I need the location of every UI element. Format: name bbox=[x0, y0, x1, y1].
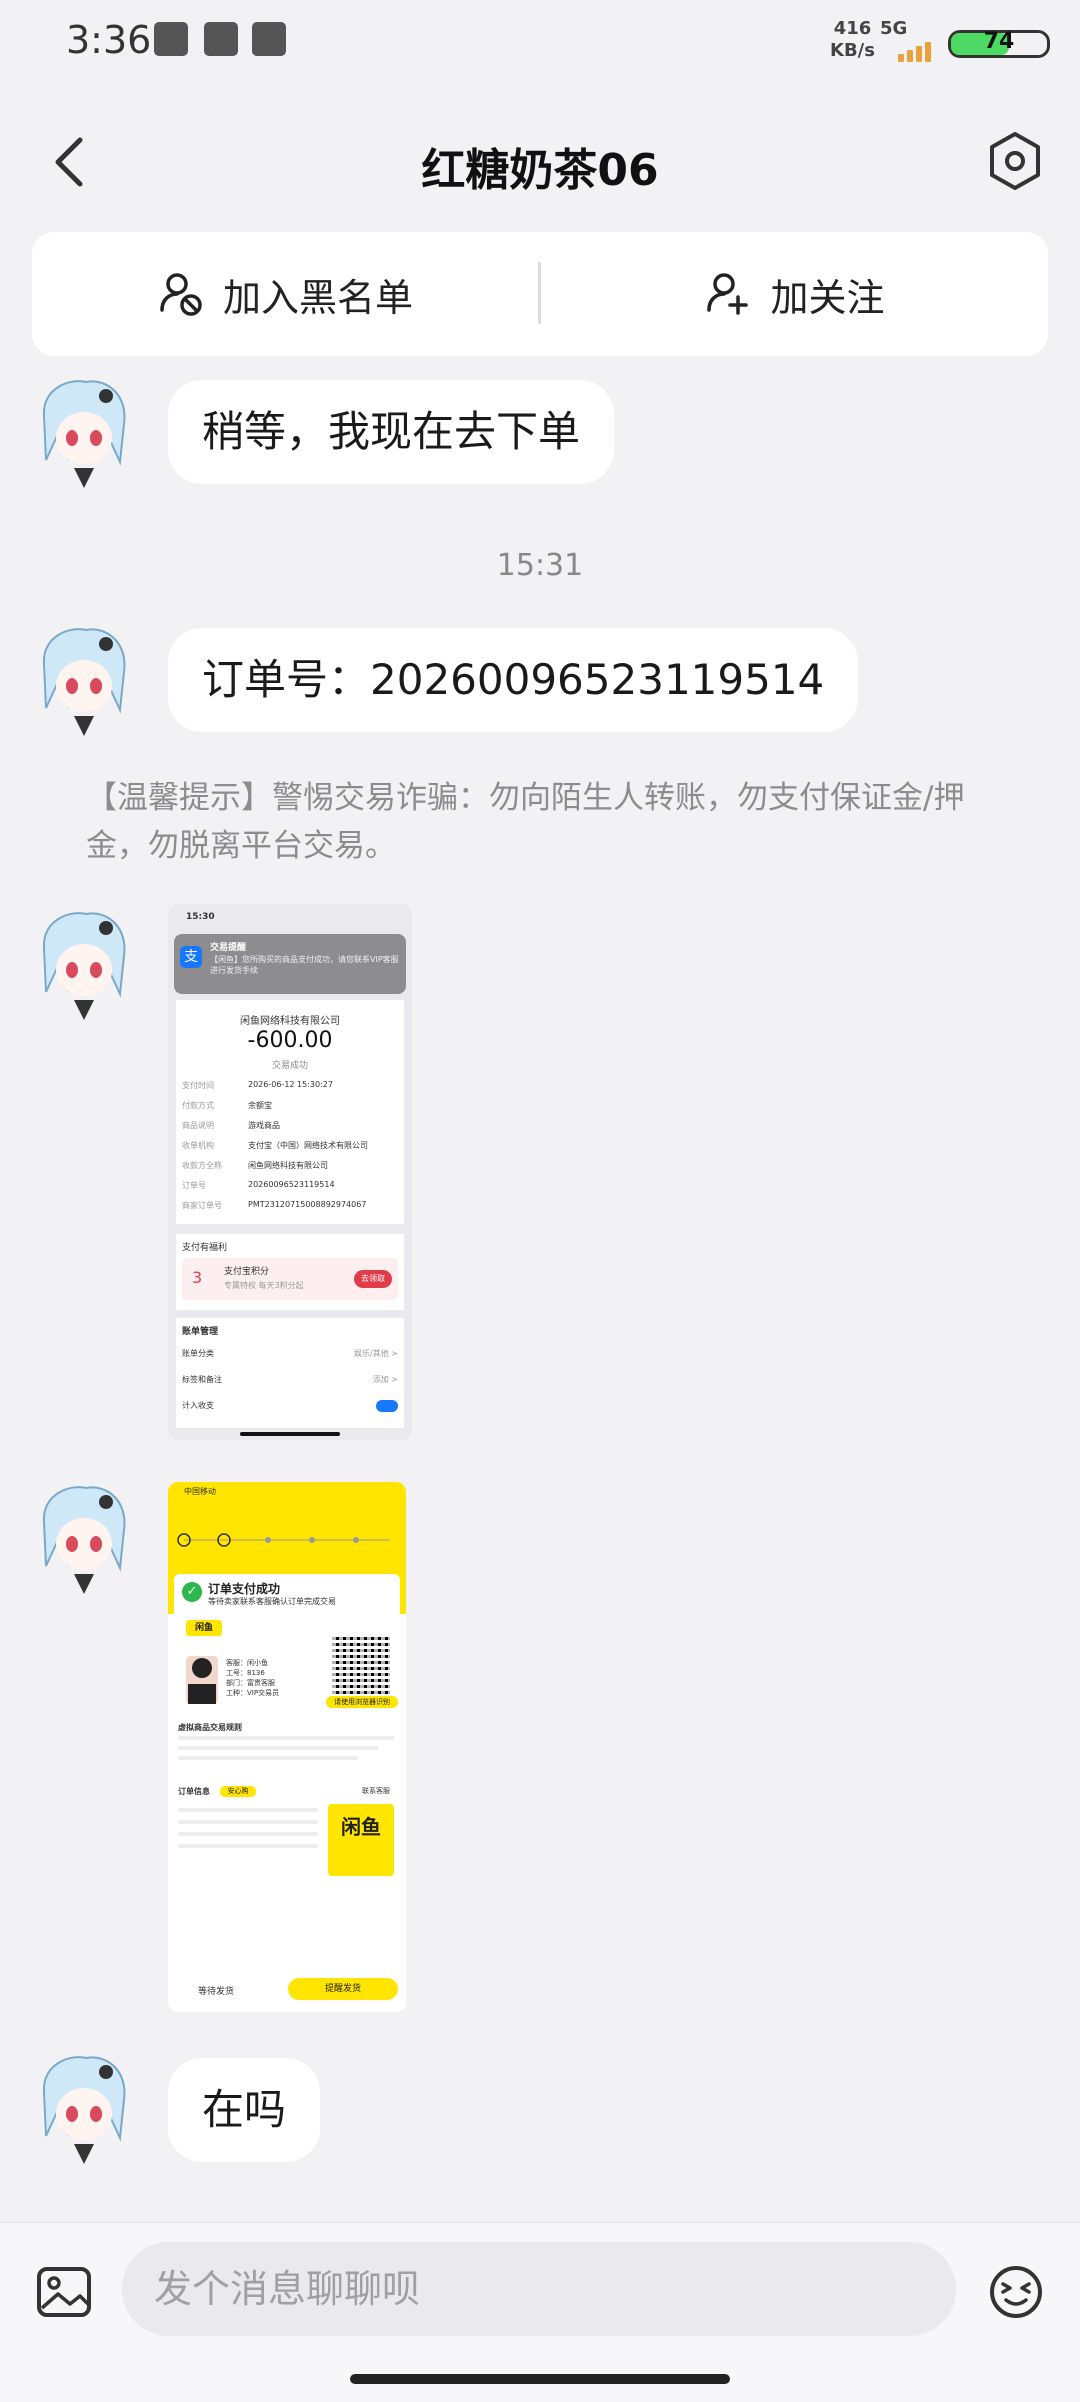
notification-icon bbox=[204, 22, 238, 56]
message-bubble[interactable]: 订单号：20260096523119514 bbox=[168, 628, 859, 732]
avatar[interactable] bbox=[34, 1482, 132, 1594]
receipt-row-value: 支付宝（中国）网络技术有限公司 bbox=[248, 1141, 368, 1150]
image-message-order-status[interactable]: 中国移动 ✓ 订单支付成功 等待卖家联系客服确认订单完成交易 闲鱼 客服：闲小鱼… bbox=[168, 1482, 406, 2012]
receipt-row-value: PMT23120715008892974067 bbox=[248, 1200, 367, 1209]
settings-icon[interactable] bbox=[984, 130, 1046, 192]
receipt-row-label: 商品说明 bbox=[182, 1121, 214, 1130]
avatar[interactable] bbox=[34, 376, 132, 488]
follow-button[interactable]: 加关注 bbox=[541, 232, 1048, 356]
block-label: 加入黑名单 bbox=[222, 275, 413, 320]
receipt-row-label: 收单机构 bbox=[182, 1141, 214, 1150]
bill-row-label: 标签和备注 bbox=[182, 1375, 222, 1384]
alipay-icon: 支 bbox=[180, 946, 202, 968]
progress-steps bbox=[177, 1533, 390, 1547]
notification-icon bbox=[252, 22, 286, 56]
receipt-row-label: 支付时间 bbox=[182, 1081, 214, 1090]
image-icon[interactable] bbox=[36, 2266, 92, 2318]
message-bubble[interactable]: 在吗 bbox=[168, 2058, 321, 2162]
message-input[interactable] bbox=[122, 2242, 956, 2336]
receipt-row-value: 2026-06-12 15:30:27 bbox=[248, 1080, 333, 1089]
staff-photo bbox=[186, 1656, 218, 1704]
receipt-row-value: 闲鱼网络科技有限公司 bbox=[248, 1161, 328, 1170]
receipt-row-label: 付款方式 bbox=[182, 1101, 214, 1110]
block-button[interactable]: 加入黑名单 bbox=[32, 232, 538, 356]
bill-row-value: 添加 > bbox=[372, 1375, 398, 1384]
safety-warning: 【温馨提示】警惕交易诈骗：勿向陌生人转账，勿支付保证金/押金，勿脱离平台交易。 bbox=[86, 780, 965, 864]
battery-icon: 74 bbox=[948, 29, 1050, 58]
receipt-row-value: 游戏商品 bbox=[248, 1121, 280, 1130]
receipt-row-value: 余额宝 bbox=[248, 1101, 272, 1110]
network-type: 5G bbox=[880, 18, 908, 39]
receipt-row-value: 20260096523119514 bbox=[248, 1180, 335, 1189]
receipt-row-label: 收款方全称 bbox=[182, 1161, 222, 1170]
receipt-row-label: 订单号 bbox=[182, 1181, 206, 1190]
message-bubble[interactable]: 稍等，我现在去下单 bbox=[168, 380, 615, 484]
follow-label: 加关注 bbox=[770, 275, 885, 320]
bill-row-value: 娱乐/其他 > bbox=[354, 1349, 398, 1358]
status-time: 3:36 bbox=[66, 18, 152, 62]
receipt-rows: 支付时间 2026-06-12 15:30:27 付款方式 余额宝商品说明 游戏商品收单… bbox=[176, 1074, 404, 1224]
block-user-icon bbox=[160, 273, 202, 316]
home-indicator[interactable] bbox=[350, 2374, 730, 2384]
qr-code bbox=[332, 1636, 390, 1694]
image-message-payment-receipt[interactable]: 15:30 支 交易提醒 【闲鱼】您所购买的商品支付成功，请您联系VIP客服进行… bbox=[168, 904, 412, 1440]
toggle-icon bbox=[376, 1400, 398, 1412]
check-icon: ✓ bbox=[182, 1582, 202, 1602]
chat-title: 红糖奶茶06 bbox=[421, 145, 659, 196]
add-user-icon bbox=[707, 273, 749, 315]
avatar[interactable] bbox=[34, 624, 132, 736]
receipt-row-label: 商家订单号 bbox=[182, 1201, 222, 1210]
xianyu-logo: 闲鱼 bbox=[328, 1804, 394, 1876]
bill-row-label: 账单分类 bbox=[182, 1349, 214, 1358]
notification-icon bbox=[154, 22, 188, 56]
bill-row-label: 计入收支 bbox=[182, 1401, 214, 1410]
timestamp: 15:31 bbox=[496, 548, 584, 583]
notification-banner: 支 交易提醒 【闲鱼】您所购买的商品支付成功，请您联系VIP客服进行发货手续 bbox=[174, 934, 406, 994]
avatar[interactable] bbox=[34, 908, 132, 1020]
avatar[interactable] bbox=[34, 2052, 132, 2164]
amount: -600.00 bbox=[247, 1028, 333, 1053]
network-speed: 416 KB/s bbox=[830, 18, 875, 61]
emoji-icon[interactable] bbox=[988, 2264, 1044, 2320]
